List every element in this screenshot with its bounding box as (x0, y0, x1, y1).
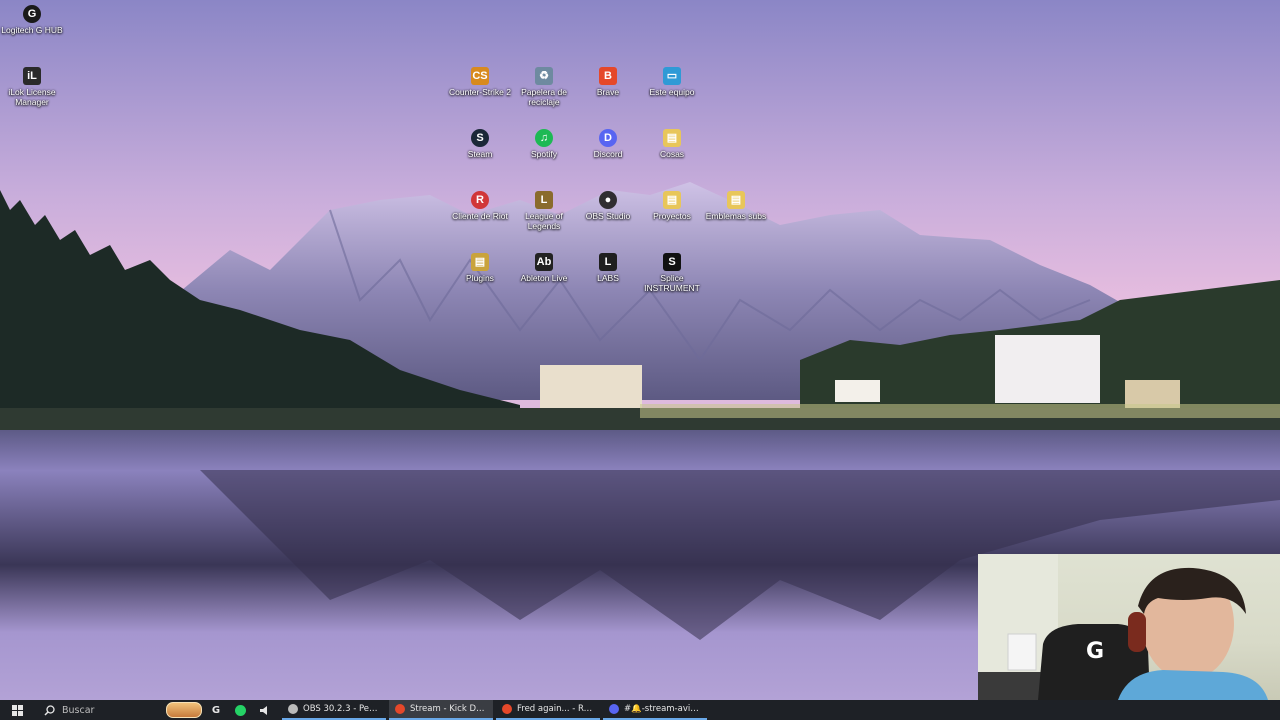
folder-icon: ▤ (471, 253, 489, 271)
league-of-legends-icon: L (535, 191, 553, 209)
folder-icon: ▤ (727, 191, 745, 209)
desktop-icon-logitech-g-hub[interactable]: G Logitech G HUB (0, 5, 64, 35)
obs-icon (288, 704, 298, 714)
icon-label: OBS Studio (585, 211, 631, 221)
search-box[interactable]: Buscar (34, 700, 164, 720)
desktop-icon-league-of-legends[interactable]: L League of Legends (512, 191, 576, 231)
counter-strike-icon: CS (471, 67, 489, 85)
desktop-icon-discord[interactable]: D Discord (576, 129, 640, 159)
icon-label: LABS (597, 273, 619, 283)
taskbar-whatsapp[interactable] (228, 700, 252, 720)
spotify-icon: ♫ (535, 129, 553, 147)
webcam-person-image: G (978, 554, 1268, 700)
icon-label: Ableton Live (520, 273, 568, 283)
brave-icon (502, 704, 512, 714)
brave-icon (395, 704, 405, 714)
search-highlight-image[interactable] (164, 700, 204, 720)
labs-icon: L (599, 253, 617, 271)
icon-label: Logitech G HUB (1, 25, 63, 35)
desktop-icon-steam[interactable]: S Steam (448, 129, 512, 159)
icon-label: Splice INSTRUMENT (644, 273, 700, 293)
recycle-bin-icon: ♻ (535, 67, 553, 85)
computer-icon: ▭ (663, 67, 681, 85)
icon-label: Brave (596, 87, 620, 97)
desktop-icon-counter-strike-2[interactable]: CS Counter-Strike 2 (448, 67, 512, 97)
desktop: G Logitech G HUB iL iLok License Manager… (0, 0, 1280, 700)
icon-label: Papelera de reciclaje (521, 87, 567, 107)
brave-icon: B (599, 67, 617, 85)
icon-label: Proyectos (653, 211, 691, 221)
steam-icon: S (471, 129, 489, 147)
webcam-overlay: G (978, 554, 1280, 700)
taskbar-task-discord[interactable]: #🔔-stream-avisos | ... (603, 700, 707, 720)
icon-label: Emblemas subs (705, 211, 767, 221)
icon-label: Este equipo (649, 87, 695, 97)
desktop-icon-labs[interactable]: L LABS (576, 253, 640, 283)
start-button[interactable] (0, 700, 34, 720)
icon-label: iLok License Manager (8, 87, 56, 107)
desktop-icon-emblemas-subs[interactable]: ▤ Emblemas subs (704, 191, 768, 221)
icon-label: Discord (593, 149, 623, 159)
logitech-g-icon: G (211, 704, 221, 716)
icon-label: Cliente de Riot (452, 211, 508, 221)
task-label: OBS 30.2.3 - Perfil: Si... (303, 704, 380, 714)
taskbar-logitech-g-hub[interactable]: G (204, 700, 228, 720)
desktop-icon-ilok-license-manager[interactable]: iL iLok License Manager (0, 67, 64, 107)
icon-label: Plugins (466, 273, 494, 283)
icon-label: Steam (467, 149, 493, 159)
discord-icon: D (599, 129, 617, 147)
desktop-icon-cosas[interactable]: ▤ Cosas (640, 129, 704, 159)
desktop-icon-brave[interactable]: B Brave (576, 67, 640, 97)
taskbar-task-kick-dashboard[interactable]: Stream - Kick Dashb... (389, 700, 493, 720)
desktop-icon-spotify[interactable]: ♫ Spotify (512, 129, 576, 159)
desktop-icon-ableton-live[interactable]: Ab Ableton Live (512, 253, 576, 283)
task-label: Stream - Kick Dashb... (410, 704, 487, 714)
food-illustration-icon (166, 702, 202, 718)
splice-icon: S (663, 253, 681, 271)
icon-label: Counter-Strike 2 (449, 87, 511, 97)
speaker-icon (260, 705, 267, 715)
desktop-icon-este-equipo[interactable]: ▭ Este equipo (640, 67, 704, 97)
icon-label: Cosas (659, 149, 685, 159)
ableton-icon: Ab (535, 253, 553, 271)
desktop-icon-riot-client[interactable]: R Cliente de Riot (448, 191, 512, 221)
taskbar: Buscar G OBS 30.2.3 - Perfil: Si... Stre… (0, 700, 1280, 720)
task-label: #🔔-stream-avisos | ... (624, 704, 701, 714)
task-label: Fred again... - Roofto... (517, 704, 594, 714)
taskbar-task-fred-again[interactable]: Fred again... - Roofto... (496, 700, 600, 720)
icon-label: Spotify (531, 149, 557, 159)
desktop-icon-recycle-bin[interactable]: ♻ Papelera de reciclaje (512, 67, 576, 107)
windows-icon (11, 704, 23, 716)
desktop-icon-splice-instrument[interactable]: S Splice INSTRUMENT (640, 253, 704, 293)
folder-icon: ▤ (663, 129, 681, 147)
whatsapp-icon (234, 704, 246, 716)
folder-icon: ▤ (663, 191, 681, 209)
desktop-icon-plugins[interactable]: ▤ Plugins (448, 253, 512, 283)
desktop-icon-obs-studio[interactable]: ● OBS Studio (576, 191, 640, 221)
desktop-icon-proyectos[interactable]: ▤ Proyectos (640, 191, 704, 221)
taskbar-ableton[interactable] (252, 700, 276, 720)
search-placeholder: Buscar (62, 704, 95, 716)
svg-text:G: G (1086, 639, 1104, 664)
obs-icon: ● (599, 191, 617, 209)
search-icon (44, 704, 55, 716)
logitech-g-hub-icon: G (23, 5, 41, 23)
icon-label: League of Legends (525, 211, 563, 231)
taskbar-task-obs[interactable]: OBS 30.2.3 - Perfil: Si... (282, 700, 386, 720)
riot-icon: R (471, 191, 489, 209)
ilok-icon: iL (23, 67, 41, 85)
discord-icon (609, 704, 619, 714)
